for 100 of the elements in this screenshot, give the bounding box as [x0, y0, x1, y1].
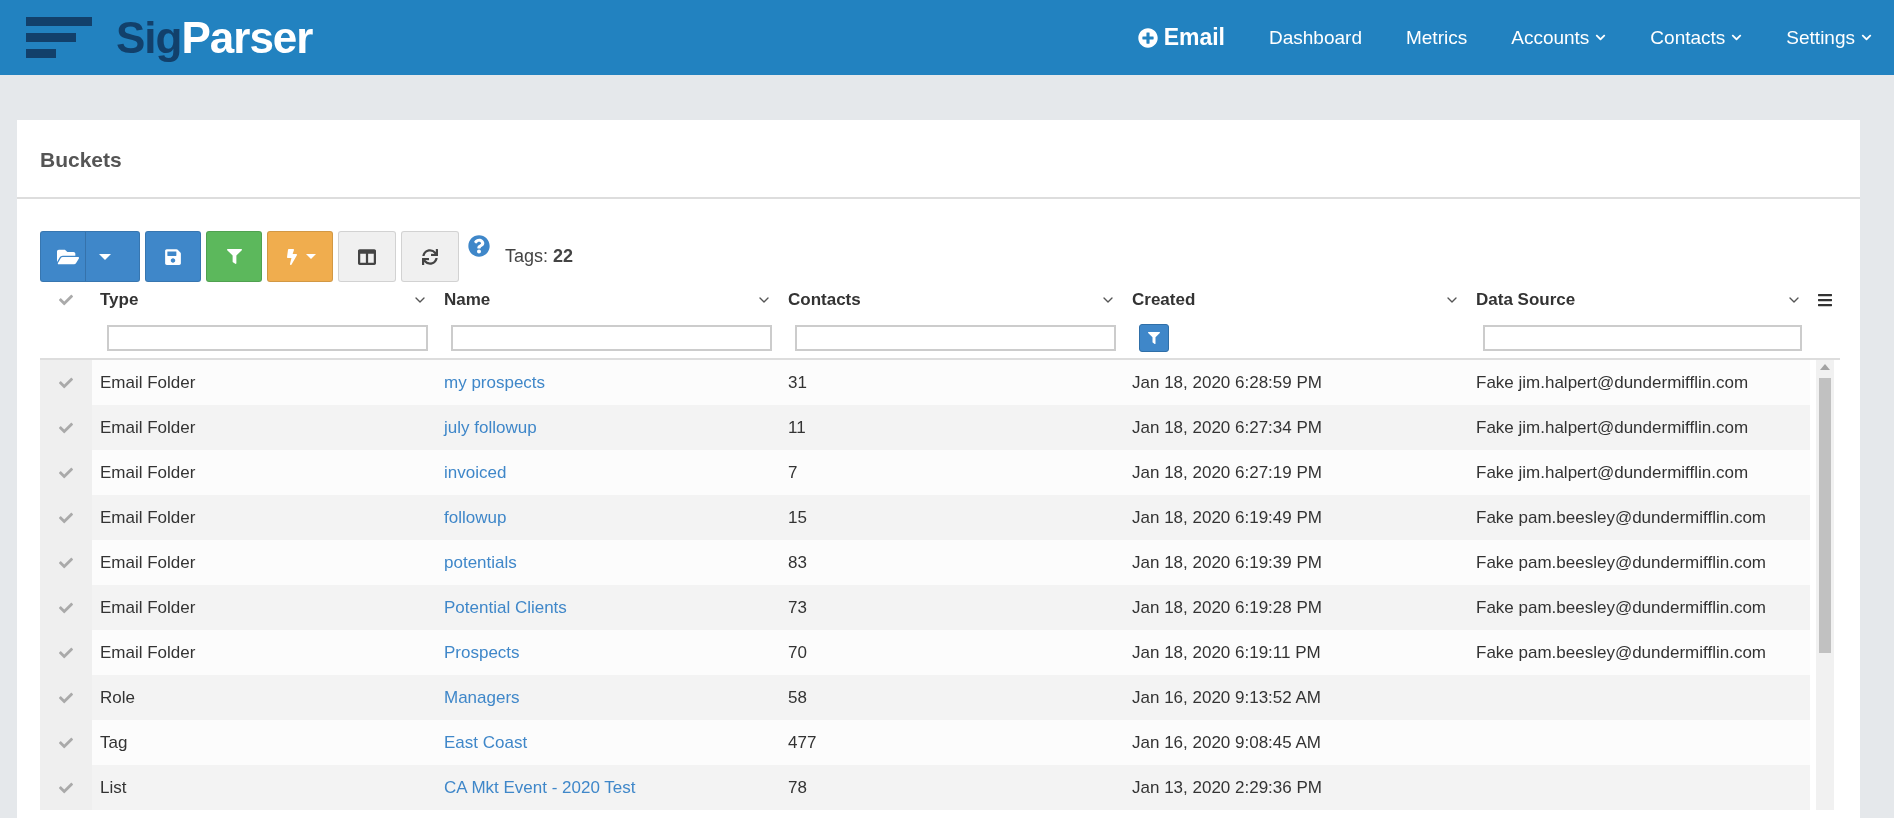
filter-input[interactable]	[795, 325, 1116, 351]
table-cell-text: Fake jim.halpert@dundermifflin.com	[1475, 417, 1750, 438]
table-cell-text: Jan 18, 2020 6:19:39 PM	[1131, 552, 1323, 573]
scrollbar[interactable]	[1816, 360, 1834, 810]
table-cell-text: 7	[787, 462, 799, 483]
name-link[interactable]: potentials	[436, 552, 780, 573]
caret-icon	[306, 254, 316, 259]
table-cell-text: Email Folder	[99, 597, 197, 618]
plus-icon	[1137, 27, 1158, 48]
nav-link[interactable]: Settings	[1764, 26, 1894, 49]
table-cell-text: Jan 16, 2020 9:13:52 AM	[1131, 687, 1323, 708]
column-header[interactable]: Contacts	[788, 290, 861, 310]
name-link[interactable]: East Coast	[436, 732, 780, 753]
table-cell-text: Email Folder	[99, 507, 197, 528]
refresh-button[interactable]	[401, 231, 459, 282]
nav-link[interactable]: Email	[1115, 24, 1247, 51]
table-cell-text: 477	[787, 732, 818, 753]
nav-link[interactable]: Dashboard	[1247, 26, 1384, 49]
select-all-icon[interactable]	[59, 293, 73, 307]
column-header[interactable]: Created	[1132, 290, 1196, 310]
check-icon[interactable]	[59, 375, 73, 390]
check-icon[interactable]	[59, 735, 73, 750]
filter-button[interactable]	[1139, 324, 1169, 352]
table-cell-text: Jan 18, 2020 6:19:11 PM	[1131, 642, 1322, 663]
menu-icon[interactable]	[1818, 292, 1832, 308]
check-icon[interactable]	[59, 555, 73, 570]
refresh-icon	[422, 248, 438, 265]
name-link[interactable]: july followup	[436, 417, 780, 438]
column-header[interactable]: Type	[100, 290, 139, 310]
table-cell-text: Fake pam.beesley@dundermifflin.com	[1475, 552, 1768, 573]
name-link[interactable]: Potential Clients	[436, 597, 780, 618]
check-icon[interactable]	[59, 420, 73, 435]
check-icon[interactable]	[59, 465, 73, 480]
table-row[interactable]: List CA Mkt Event - 2020 Test 78 Jan 13, 2020 2:29:36 PM	[40, 765, 1810, 810]
check-icon[interactable]	[59, 510, 73, 525]
chevron-icon	[1861, 32, 1872, 43]
table-cell-text: 11	[787, 417, 807, 438]
columns-button[interactable]	[338, 231, 396, 282]
table-cell-text: 15	[787, 507, 808, 528]
nav-link[interactable]: Contacts	[1628, 26, 1765, 49]
column-header[interactable]: Name	[444, 290, 491, 310]
table-cell-text: 73	[787, 597, 808, 618]
chevron-icon	[1731, 32, 1743, 43]
table-cell-text: Tag	[99, 732, 129, 753]
table-cell-text: Jan 18, 2020 6:27:19 PM	[1131, 462, 1323, 483]
table-cell-text: Jan 18, 2020 6:19:28 PM	[1131, 597, 1323, 618]
table-cell-text: 70	[787, 642, 808, 663]
name-link[interactable]: CA Mkt Event - 2020 Test	[436, 777, 780, 798]
table-row[interactable]: Email Folder followup 15 Jan 18, 2020 6:19:49 PM Fake pam.beesley@dundermifflin.com	[40, 495, 1810, 540]
table-cell-text: Email Folder	[99, 372, 197, 393]
check-icon[interactable]	[59, 780, 73, 795]
check-icon[interactable]	[59, 690, 73, 705]
name-link[interactable]: Managers	[436, 687, 780, 708]
tags-count: Tags: 22	[505, 246, 574, 267]
filter-icon	[226, 249, 242, 264]
table-row[interactable]: Role Managers 58 Jan 16, 2020 9:13:52 AM	[40, 675, 1810, 720]
name-link[interactable]: followup	[436, 507, 780, 528]
save-icon	[164, 247, 182, 266]
table-cell-text: Email Folder	[99, 642, 197, 663]
nav-link[interactable]: Accounts	[1489, 26, 1629, 49]
table-cell-text: Role	[99, 687, 136, 708]
table-cell-text: 78	[787, 777, 808, 798]
name-link[interactable]: invoiced	[436, 462, 780, 483]
table-row[interactable]: Email Folder Potential Clients 73 Jan 18, 2020 6:19:28 PM Fake pam.beesley@dundermifflin.com	[40, 585, 1810, 630]
table-cell-text: Jan 16, 2020 9:08:45 AM	[1131, 732, 1323, 753]
table-cell-text: Jan 18, 2020 6:19:49 PM	[1131, 507, 1323, 528]
table-cell-text: 31	[787, 372, 808, 393]
open-button[interactable]	[40, 231, 140, 282]
panel-title: Buckets	[17, 120, 1860, 199]
lightning-icon	[284, 248, 300, 265]
actions-button[interactable]	[267, 231, 333, 282]
table-row[interactable]: Email Folder july followup 11 Jan 18, 2020 6:27:34 PM Fake jim.halpert@dundermifflin.com	[40, 405, 1810, 450]
logo-icon	[26, 16, 92, 59]
nav-link[interactable]: Metrics	[1383, 26, 1490, 49]
name-link[interactable]: Prospects	[436, 642, 780, 663]
table-cell-text: Email Folder	[99, 462, 197, 483]
name-link[interactable]: my prospects	[436, 372, 780, 393]
help-icon[interactable]	[468, 235, 490, 257]
table-cell-text: Jan 18, 2020 6:27:34 PM	[1131, 417, 1323, 438]
chevron-icon	[1595, 32, 1607, 43]
filter-input[interactable]	[107, 325, 428, 351]
table-cell-text: Fake jim.halpert@dundermifflin.com	[1475, 462, 1750, 483]
table-cell-text: Email Folder	[99, 417, 197, 438]
table-cell-text: Fake jim.halpert@dundermifflin.com	[1475, 372, 1750, 393]
save-button[interactable]	[145, 231, 201, 282]
table-cell-text: List	[99, 777, 128, 798]
logo-text: SigParser	[116, 12, 313, 63]
table-cell-text: Jan 18, 2020 6:28:59 PM	[1131, 372, 1323, 393]
caret-icon	[98, 253, 111, 260]
check-icon[interactable]	[59, 600, 73, 615]
filter-input[interactable]	[1483, 325, 1802, 351]
table-cell-text: Fake pam.beesley@dundermifflin.com	[1475, 507, 1768, 528]
column-header[interactable]: Data Source	[1476, 290, 1576, 310]
table-cell-text: Jan 13, 2020 2:29:36 PM	[1131, 777, 1323, 798]
table-cell-text: Email Folder	[99, 552, 197, 573]
columns-icon	[358, 247, 376, 266]
filter-input[interactable]	[451, 325, 772, 351]
table-cell-text: Fake pam.beesley@dundermifflin.com	[1475, 642, 1768, 663]
table-cell-text: 83	[787, 552, 808, 573]
check-icon[interactable]	[59, 645, 73, 660]
